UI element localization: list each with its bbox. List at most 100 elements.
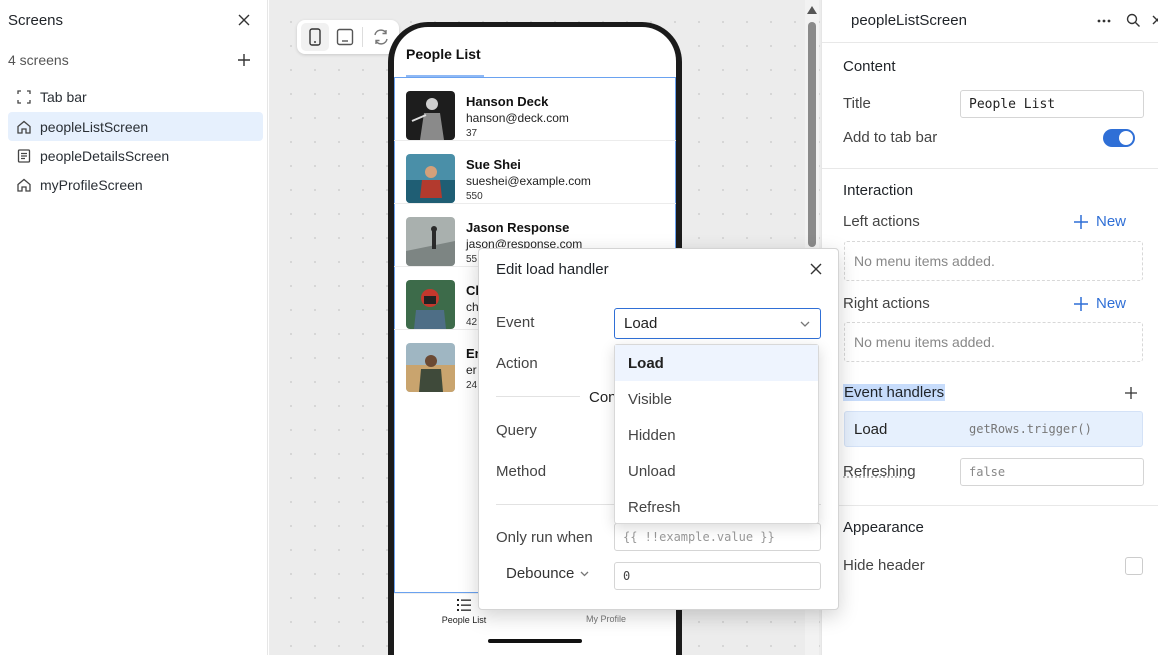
- person-name: Hanson Deck: [466, 94, 549, 109]
- document-icon: [16, 148, 32, 164]
- screens-panel: Screens 4 screens Tab bar peopleListScre…: [0, 0, 268, 655]
- inspector-screen-name: peopleListScreen: [851, 12, 967, 29]
- refreshing-input[interactable]: false: [960, 458, 1144, 486]
- person-number: 24: [466, 380, 478, 391]
- screen-item-label: peopleListScreen: [40, 118, 149, 135]
- hide-header-label: Hide header: [843, 557, 925, 574]
- screen-item-people-details[interactable]: peopleDetailsScreen: [8, 141, 263, 170]
- person-name: Sue Shei: [466, 157, 521, 172]
- debounce-label: Debounce: [506, 565, 575, 582]
- phone-icon: [308, 28, 322, 46]
- tab-label: People List: [441, 615, 487, 625]
- scrollbar-thumb[interactable]: [808, 22, 816, 247]
- event-select[interactable]: Load: [614, 308, 821, 339]
- search-icon[interactable]: [1126, 13, 1141, 28]
- event-option-load[interactable]: Load: [615, 345, 818, 381]
- appearance-heading: Appearance: [843, 519, 924, 536]
- left-actions-label: Left actions: [843, 213, 920, 230]
- left-actions-empty: No menu items added.: [844, 241, 1143, 281]
- title-input[interactable]: People List: [960, 90, 1144, 118]
- avatar: [406, 217, 455, 266]
- screen-item-label: myProfileScreen: [40, 176, 143, 193]
- add-event-handler-icon[interactable]: [1124, 386, 1138, 400]
- event-handler-row[interactable]: Load getRows.trigger(): [844, 411, 1143, 447]
- event-label: Event: [496, 314, 535, 331]
- add-screen-icon[interactable]: [236, 52, 252, 68]
- tab-label: My Profile: [585, 614, 626, 624]
- config-divider-text: Con: [589, 389, 617, 406]
- close-icon[interactable]: [236, 12, 252, 28]
- avatar: [406, 91, 455, 140]
- person-number: 55: [466, 254, 478, 265]
- event-option-refresh[interactable]: Refresh: [615, 489, 818, 525]
- action-label: Action: [496, 355, 538, 372]
- person-number: 42: [466, 317, 478, 328]
- screen-item-tab-bar[interactable]: Tab bar: [8, 82, 263, 111]
- event-handler-code: getRows.trigger(): [969, 422, 1092, 436]
- screen-item-my-profile[interactable]: myProfileScreen: [8, 170, 263, 199]
- person-email: ch: [466, 300, 479, 314]
- inspector-divider: [822, 505, 1158, 506]
- new-label: New: [1096, 295, 1127, 312]
- only-run-when-input[interactable]: {{ !!example.value }}: [614, 523, 821, 551]
- home-icon: [16, 119, 32, 135]
- add-to-tab-bar-toggle[interactable]: [1103, 129, 1135, 147]
- avatar: [406, 343, 455, 392]
- right-actions-label: Right actions: [843, 295, 930, 312]
- person-email: er: [466, 363, 477, 377]
- screen-item-people-list[interactable]: peopleListScreen: [8, 112, 263, 141]
- debounce-input[interactable]: 0: [614, 562, 821, 590]
- event-option-unload[interactable]: Unload: [615, 453, 818, 489]
- event-option-hidden[interactable]: Hidden: [615, 417, 818, 453]
- event-select-value: Load: [624, 315, 658, 332]
- plus-icon: [1074, 214, 1088, 229]
- screen-item-label: peopleDetailsScreen: [40, 147, 170, 164]
- toolbar-divider: [362, 27, 364, 47]
- avatar: [406, 154, 455, 203]
- plus-icon: [1074, 296, 1088, 311]
- screen-item-label: Tab bar: [40, 88, 87, 105]
- event-option-visible[interactable]: Visible: [615, 381, 818, 417]
- device-toolbar: [297, 20, 399, 54]
- debounce-toggle[interactable]: Debounce: [506, 565, 589, 582]
- chevron-down-icon: [800, 321, 810, 327]
- inspector-divider: [822, 168, 1158, 169]
- event-handler-name: Load: [854, 421, 888, 438]
- query-label: Query: [496, 422, 537, 439]
- title-label: Title: [843, 95, 871, 112]
- screens-panel-title: Screens: [8, 12, 64, 29]
- content-heading: Content: [843, 58, 896, 75]
- person-name: Jason Response: [466, 220, 570, 235]
- method-label: Method: [496, 463, 547, 480]
- new-label: New: [1096, 213, 1127, 230]
- mobile-view-button[interactable]: [301, 23, 329, 51]
- hide-header-checkbox[interactable]: [1125, 557, 1143, 575]
- person-number: 550: [466, 191, 483, 202]
- home-indicator: [488, 639, 582, 643]
- chevron-down-icon: [580, 571, 589, 577]
- list-item[interactable]: Hanson Deck hanson@deck.com 37: [394, 78, 676, 141]
- home-icon: [16, 177, 32, 193]
- screen-count: 4 screens: [8, 52, 69, 68]
- more-options-icon[interactable]: [1096, 14, 1112, 28]
- person-number: 37: [466, 128, 478, 139]
- tablet-view-button[interactable]: [331, 23, 359, 51]
- interaction-heading: Interaction: [843, 182, 914, 199]
- close-icon[interactable]: [809, 262, 823, 276]
- new-right-action-button[interactable]: New: [1074, 295, 1126, 312]
- scroll-up-arrow-icon[interactable]: [807, 6, 817, 14]
- rotate-icon: [372, 28, 390, 46]
- right-actions-empty: No menu items added.: [844, 322, 1143, 362]
- inspector-divider: [822, 42, 1158, 43]
- refreshing-label: Refreshing: [843, 463, 916, 480]
- new-left-action-button[interactable]: New: [1074, 213, 1126, 230]
- person-email: hanson@deck.com: [466, 111, 569, 125]
- list-icon: [457, 598, 471, 612]
- list-item[interactable]: Sue Shei sueshei@example.com 550: [394, 141, 676, 204]
- close-icon[interactable]: [1150, 13, 1158, 27]
- inspector-panel: peopleListScreen Content Title People Li…: [821, 0, 1158, 655]
- person-email: sueshei@example.com: [466, 174, 591, 188]
- modal-title: Edit load handler: [496, 261, 609, 278]
- event-options-dropdown: Load Visible Hidden Unload Refresh: [614, 344, 819, 524]
- only-run-when-label: Only run when: [496, 529, 593, 546]
